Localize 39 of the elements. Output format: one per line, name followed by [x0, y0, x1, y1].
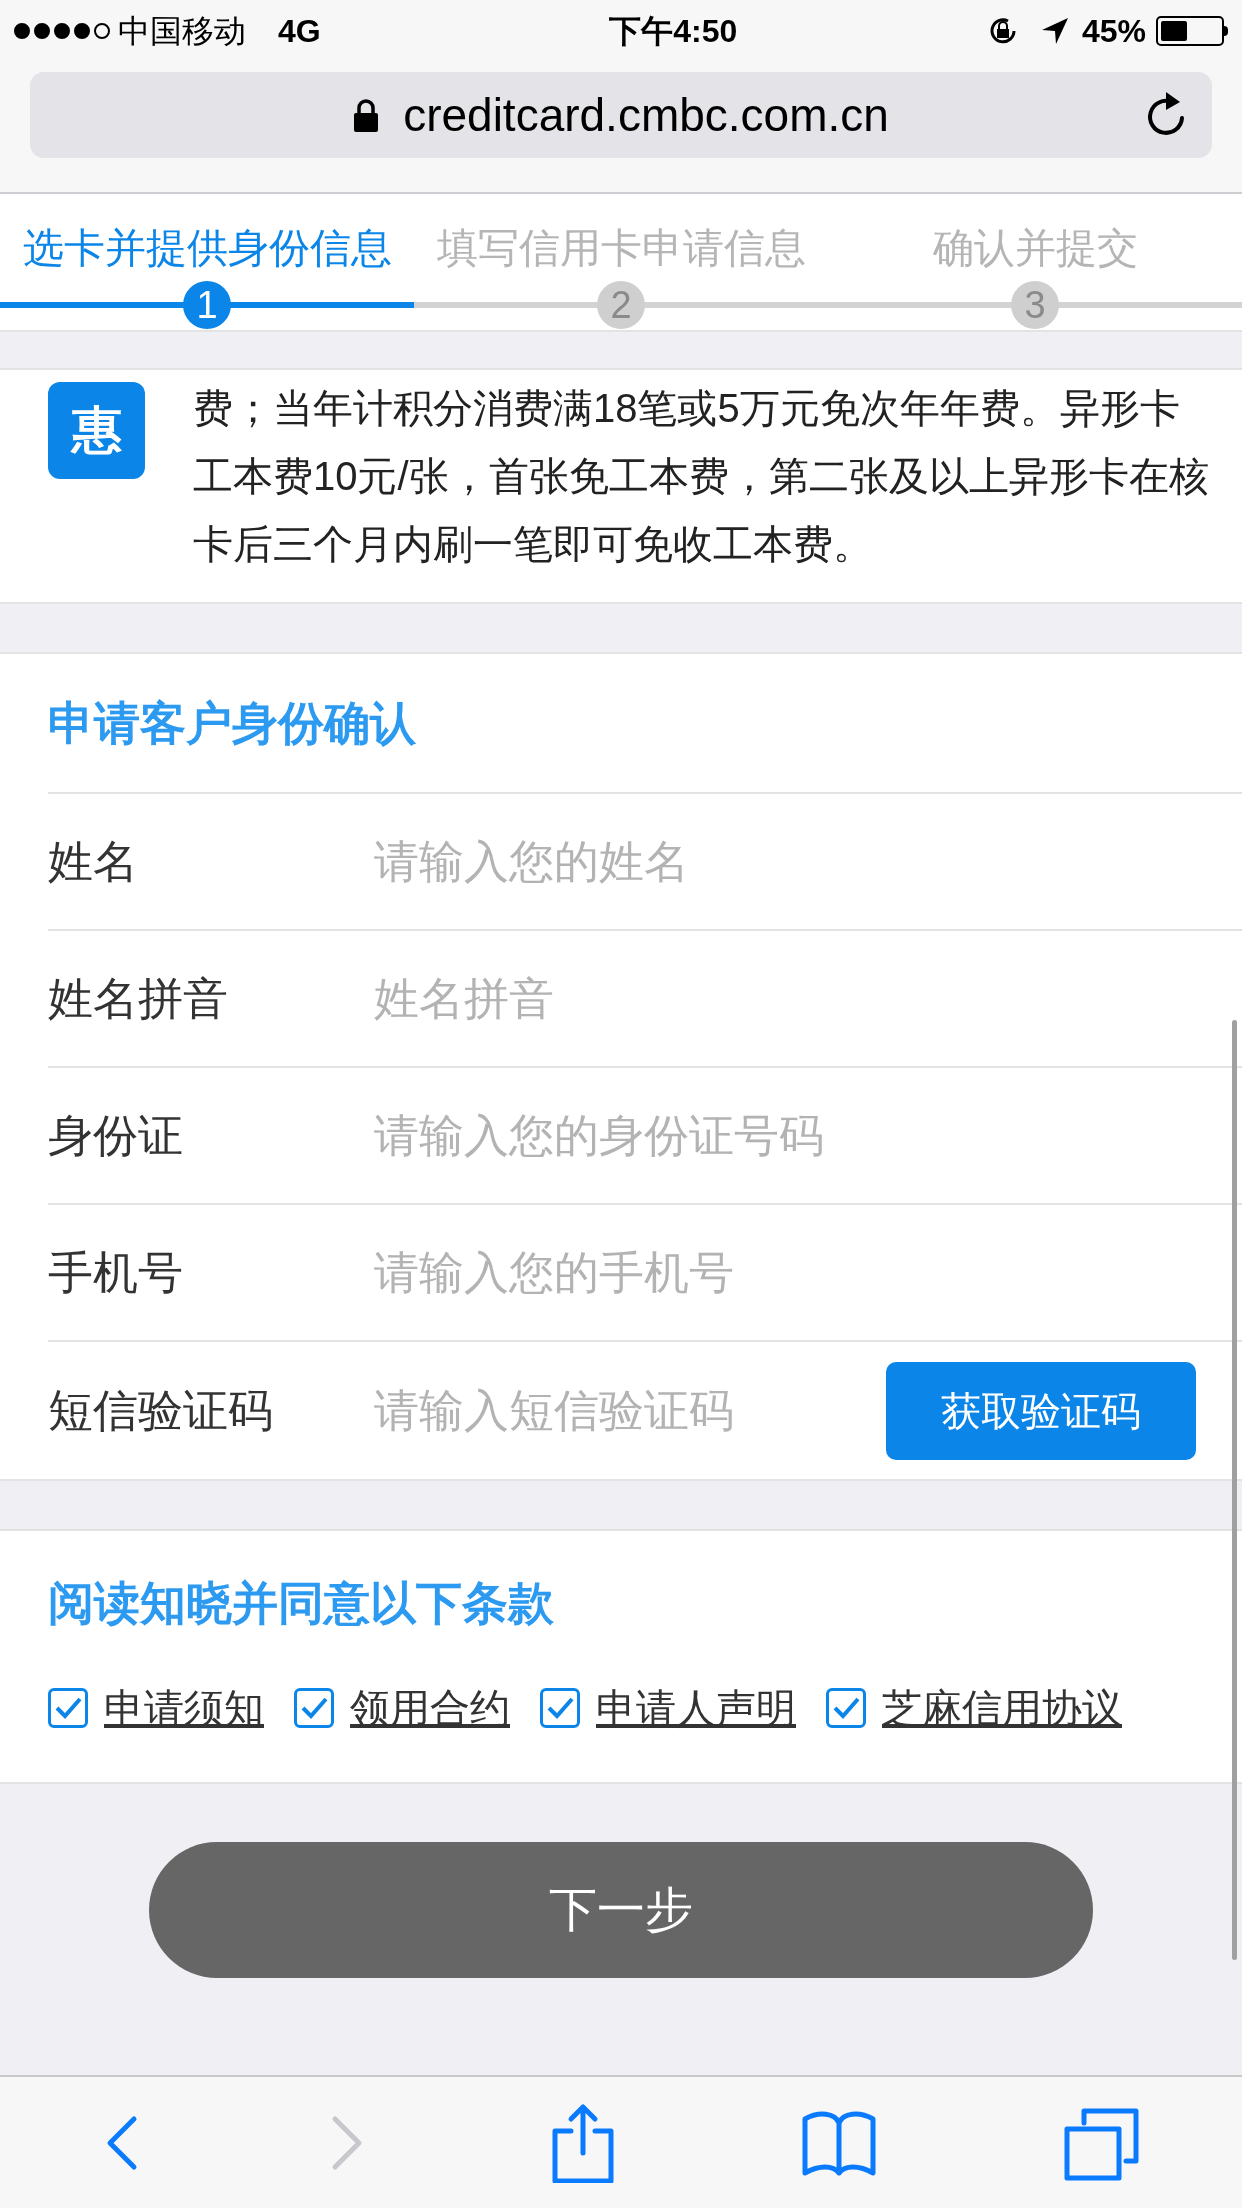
signal-icon	[14, 23, 110, 39]
checkbox[interactable]	[540, 1688, 580, 1728]
terms-link[interactable]: 申请须知	[104, 1678, 264, 1738]
lock-icon	[353, 98, 380, 132]
check-icon	[300, 1696, 328, 1720]
text-field[interactable]: 请输入短信验证码	[374, 1365, 886, 1456]
text-field[interactable]: 请输入您的身份证号码	[374, 1090, 1242, 1181]
next-step-button[interactable]: 下一步	[149, 1842, 1093, 1978]
carrier-name: 中国移动	[118, 12, 246, 51]
check-icon	[832, 1696, 860, 1720]
terms-link[interactable]: 领用合约	[350, 1678, 510, 1738]
terms-link[interactable]: 芝麻信用协议	[882, 1678, 1122, 1738]
battery-icon	[1156, 16, 1228, 46]
promo-text: 费；当年计积分消费满18笔或5万元免次年年费。异形卡工本费10元/张，首张免工本费，第二张及以上异形卡在核卡后三个月内刷一笔即可免收工本费。	[193, 385, 1210, 568]
checkbox[interactable]	[294, 1688, 334, 1728]
checkbox[interactable]	[826, 1688, 866, 1728]
check-icon	[54, 1696, 82, 1720]
text-field[interactable]: 姓名拼音	[374, 953, 1242, 1044]
clock-time: 下午4:50	[609, 12, 738, 51]
text-field[interactable]: 请输入您的手机号	[374, 1227, 1242, 1318]
step-tab[interactable]: 选卡并提供身份信息 1	[0, 194, 414, 330]
terms-link[interactable]: 申请人声明	[596, 1678, 796, 1738]
section-title: 申请客户身份确认	[48, 695, 416, 751]
address-bar[interactable]: creditcard.cmbc.com.cn	[30, 72, 1212, 158]
field-label: 身份证	[48, 1108, 184, 1163]
get-code-button[interactable]: 获取验证码	[886, 1361, 1196, 1460]
field-label: 姓名拼音	[48, 971, 229, 1026]
share-icon[interactable]	[550, 2102, 615, 2183]
checkbox[interactable]	[48, 1688, 88, 1728]
field-label: 姓名	[48, 834, 139, 889]
network-type: 4G	[278, 12, 321, 51]
field-label: 手机号	[48, 1245, 184, 1300]
section-title: 阅读知晓并同意以下条款	[48, 1576, 555, 1631]
discount-badge: 惠	[48, 382, 145, 479]
field-label: 短信验证码	[48, 1383, 274, 1438]
battery-percent: 45%	[1081, 12, 1146, 51]
check-icon	[546, 1696, 574, 1720]
text-field[interactable]: 请输入您的姓名	[374, 816, 1242, 907]
url-text: creditcard.cmbc.com.cn	[403, 87, 889, 143]
